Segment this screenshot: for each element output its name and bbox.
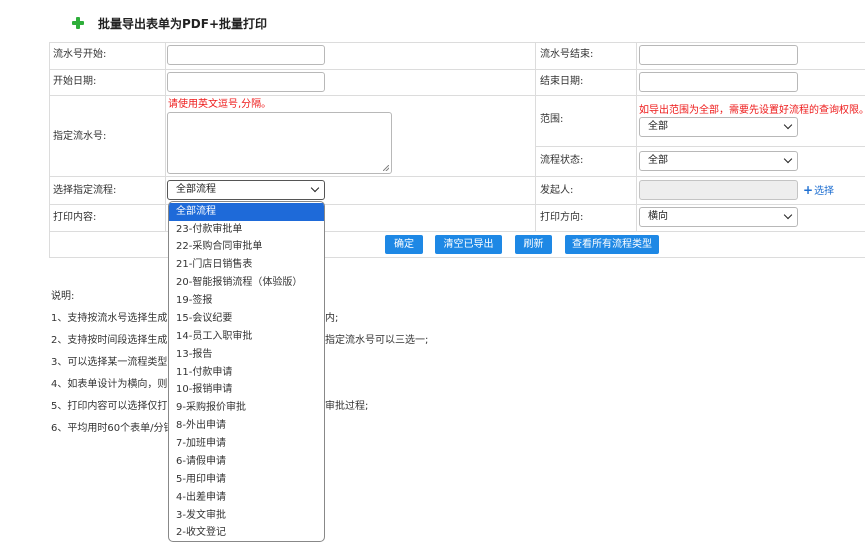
serial-end-input[interactable] xyxy=(639,45,798,65)
specified-serials-label: 指定流水号: xyxy=(53,131,107,142)
dropdown-option[interactable]: 22-采购合同审批单 xyxy=(169,238,324,256)
initiator-input xyxy=(639,180,798,200)
dropdown-option[interactable]: 10-报销申请 xyxy=(169,381,324,399)
select-flow-label: 选择指定流程: xyxy=(53,185,117,196)
start-date-input[interactable] xyxy=(167,72,325,92)
note-line: 2、支持按时间段选择生成 xyxy=(51,335,168,346)
dropdown-option[interactable]: 9-采购报价审批 xyxy=(169,399,324,417)
chevron-down-icon xyxy=(783,120,793,130)
dropdown-option[interactable]: 19-签报 xyxy=(169,292,324,310)
dropdown-option[interactable]: 5-用印申请 xyxy=(169,471,324,489)
page-header: 批量导出表单为PDF+批量打印 xyxy=(72,15,267,31)
note-line: 4、如表单设计为横向，则 xyxy=(51,379,168,390)
dropdown-option[interactable]: 14-员工入职审批 xyxy=(169,328,324,346)
dropdown-option[interactable]: 6-请假申请 xyxy=(169,453,324,471)
note-line: 5、打印内容可以选择仅打 xyxy=(51,401,168,412)
note-line-tail: 审批过程; xyxy=(325,401,369,412)
dropdown-option[interactable]: 8-外出申请 xyxy=(169,417,324,435)
specified-serials-textarea[interactable] xyxy=(167,112,392,174)
note-line: 6、平均用时60个表单/分钟 xyxy=(51,423,174,434)
serial-end-label: 流水号结束: xyxy=(540,49,594,60)
end-date-input[interactable] xyxy=(639,72,798,92)
dropdown-option[interactable]: 全部流程 xyxy=(169,203,324,221)
flow-status-label: 流程状态: xyxy=(540,155,584,166)
plus-icon xyxy=(72,17,84,29)
dropdown-option[interactable]: 13-报告 xyxy=(169,346,324,364)
dropdown-option[interactable]: 3-发文审批 xyxy=(169,507,324,525)
print-direction-label: 打印方向: xyxy=(540,212,584,223)
dropdown-option[interactable]: 2-收文登记 xyxy=(169,524,324,541)
note-line: 1、支持按流水号选择生成 xyxy=(51,313,168,324)
chevron-down-icon xyxy=(783,154,793,164)
dropdown-option[interactable]: 4-出差申请 xyxy=(169,489,324,507)
plus-icon: + xyxy=(803,183,814,197)
dropdown-option[interactable]: 21-门店日销售表 xyxy=(169,256,324,274)
dropdown-option[interactable]: 20-智能报销流程（体验版） xyxy=(169,274,324,292)
flow-dropdown-list: 全部流程 23-付款审批单 22-采购合同审批单 21-门店日销售表 20-智能… xyxy=(168,201,325,542)
scope-hint: 如导出范围为全部，需要先设置好流程的查询权限。 xyxy=(639,105,865,116)
serial-start-input[interactable] xyxy=(167,45,325,65)
confirm-button[interactable]: 确定 xyxy=(385,235,423,254)
serials-hint: 请使用英文逗号,分隔。 xyxy=(168,99,272,110)
notes-heading: 说明: xyxy=(51,291,75,302)
resize-handle-icon[interactable] xyxy=(383,165,389,171)
print-direction-select[interactable]: 横向 xyxy=(639,207,798,227)
end-date-label: 结束日期: xyxy=(540,76,584,87)
dropdown-option[interactable]: 23-付款审批单 xyxy=(169,221,324,239)
clear-exported-button[interactable]: 清空已导出 xyxy=(435,235,502,254)
flow-select-value: 全部流程 xyxy=(176,184,216,195)
print-direction-select-value: 横向 xyxy=(648,211,668,222)
initiator-label: 发起人: xyxy=(540,185,574,196)
dropdown-option[interactable]: 11-付款申请 xyxy=(169,364,324,382)
chevron-down-icon xyxy=(783,210,793,220)
note-line-tail: 内; xyxy=(325,313,339,324)
note-line: 3、可以选择某一流程类型 xyxy=(51,357,168,368)
scope-select[interactable]: 全部 xyxy=(639,117,798,137)
serial-start-label: 流水号开始: xyxy=(53,49,107,60)
dropdown-option[interactable]: 7-加班申请 xyxy=(169,435,324,453)
print-content-label: 打印内容: xyxy=(53,212,97,223)
flow-select[interactable]: 全部流程 xyxy=(167,180,325,200)
start-date-label: 开始日期: xyxy=(53,76,97,87)
refresh-button[interactable]: 刷新 xyxy=(515,235,552,254)
select-initiator-link[interactable]: +选择 xyxy=(803,183,834,199)
scope-label: 范围: xyxy=(540,114,564,125)
note-line-tail: 指定流水号可以三选一; xyxy=(325,335,429,346)
flow-status-select-value: 全部 xyxy=(648,155,668,166)
dropdown-option[interactable]: 15-会议纪要 xyxy=(169,310,324,328)
chevron-down-icon xyxy=(310,183,320,193)
page-title: 批量导出表单为PDF+批量打印 xyxy=(98,16,268,31)
flow-status-select[interactable]: 全部 xyxy=(639,151,798,171)
view-all-flow-types-button[interactable]: 查看所有流程类型 xyxy=(565,235,659,254)
scope-select-value: 全部 xyxy=(648,121,668,132)
